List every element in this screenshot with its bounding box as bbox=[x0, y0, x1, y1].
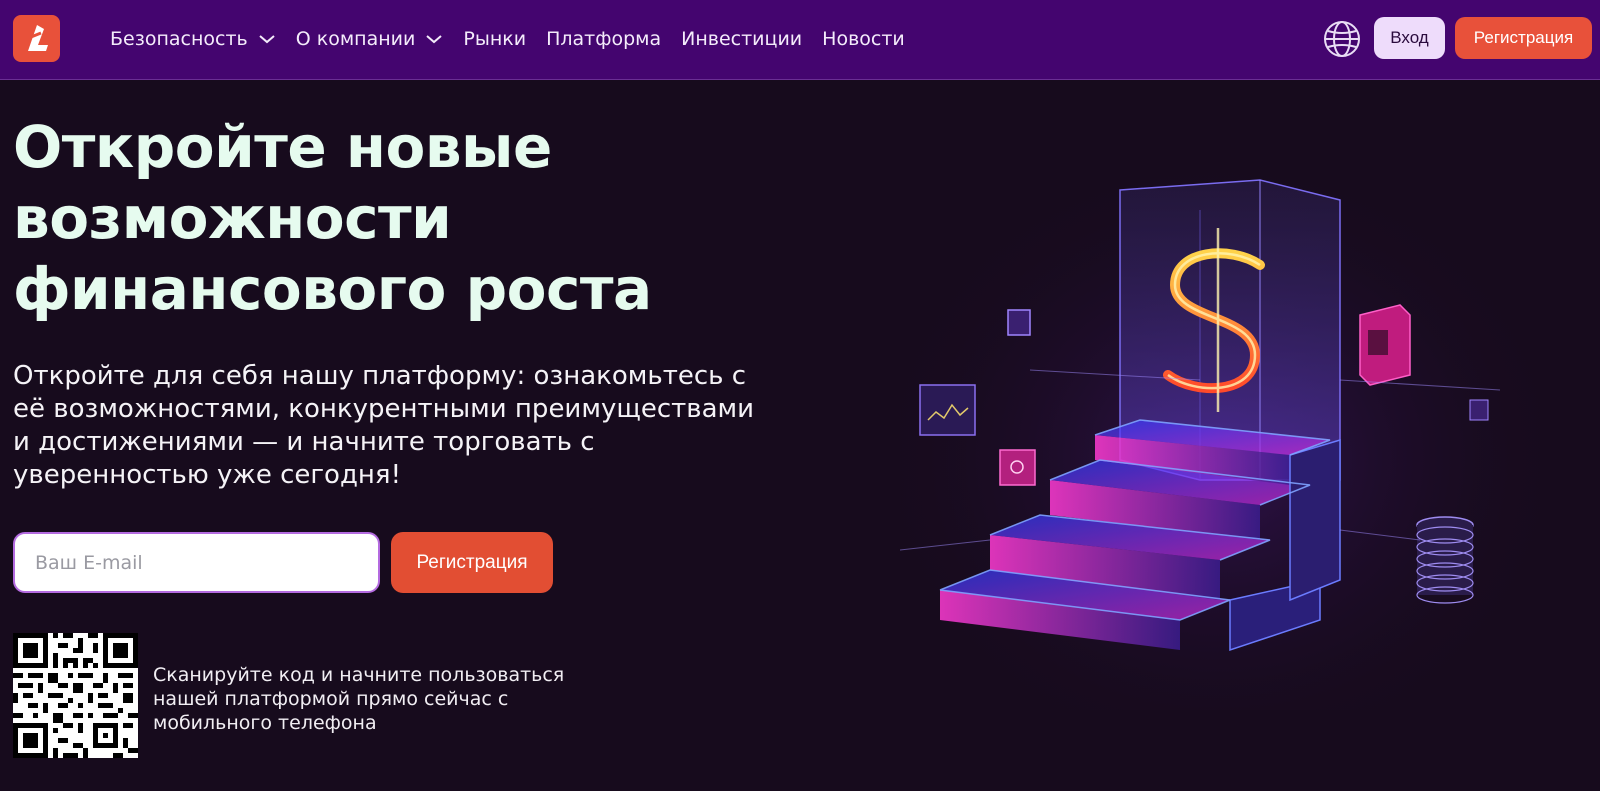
qr-code bbox=[13, 633, 138, 758]
hero-title-line: возможности bbox=[13, 184, 452, 252]
hero-illustration bbox=[900, 150, 1540, 710]
nav-item-news[interactable]: Новости bbox=[822, 28, 905, 50]
nav-item-investments[interactable]: Инвестиции bbox=[681, 28, 802, 50]
hero-subtitle-line: уверенностью уже сегодня! bbox=[13, 460, 401, 490]
qr-description-line: нашей платформой прямо сейчас с bbox=[153, 688, 509, 710]
register-button-header[interactable]: Регистрация bbox=[1455, 17, 1592, 59]
qr-description-line: мобильного телефона bbox=[153, 712, 377, 734]
site-header: Безопасность О компании Рынки Платформа … bbox=[0, 0, 1600, 80]
qr-description-line: Сканируйте код и начните пользоваться bbox=[153, 664, 565, 686]
hero-title: Откройте новые возможности финансового р… bbox=[13, 112, 652, 325]
nav-item-markets[interactable]: Рынки bbox=[463, 28, 526, 50]
nav-item-label: Рынки bbox=[463, 28, 527, 50]
main-nav: Безопасность О компании Рынки Платформа … bbox=[110, 24, 925, 54]
nav-item-label: Безопасность bbox=[110, 28, 248, 50]
brand-logo-icon[interactable] bbox=[13, 15, 60, 62]
nav-item-platform[interactable]: Платформа bbox=[546, 28, 661, 50]
login-button[interactable]: Вход bbox=[1374, 17, 1445, 59]
nav-item-label: Платформа bbox=[546, 28, 662, 50]
nav-item-label: Новости bbox=[822, 28, 905, 50]
nav-item-label: Инвестиции bbox=[681, 28, 803, 50]
register-button-hero[interactable]: Регистрация bbox=[391, 532, 553, 593]
hero-title-line: Откройте новые bbox=[13, 113, 552, 181]
hero-subtitle: Откройте для себя нашу платформу: ознако… bbox=[13, 360, 773, 492]
nav-item-security[interactable]: Безопасность bbox=[110, 28, 276, 50]
nav-item-about[interactable]: О компании bbox=[296, 28, 444, 50]
hero-subtitle-line: её возможностями, конкурентными преимуще… bbox=[13, 394, 755, 424]
qr-description: Сканируйте код и начните пользоваться на… bbox=[153, 663, 573, 735]
globe-icon[interactable] bbox=[1323, 20, 1361, 58]
chevron-down-icon bbox=[425, 33, 443, 45]
nav-item-label: О компании bbox=[295, 28, 416, 50]
hero-subtitle-line: и достижениями — и начните торговать с bbox=[13, 427, 595, 457]
email-field[interactable] bbox=[13, 532, 380, 593]
hero-subtitle-line: Откройте для себя нашу платформу: ознако… bbox=[13, 361, 747, 391]
chevron-down-icon bbox=[258, 33, 276, 45]
hero-title-line: финансового роста bbox=[13, 255, 652, 323]
